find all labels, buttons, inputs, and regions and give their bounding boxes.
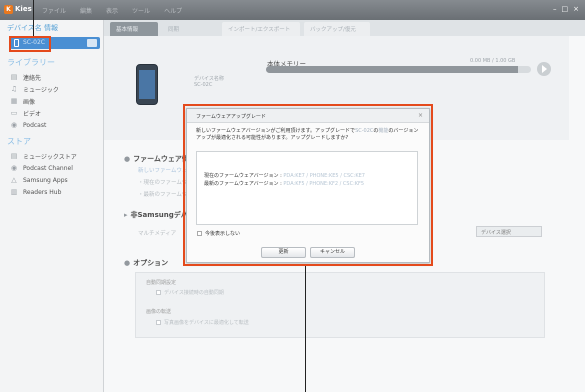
minimize-button[interactable]: – [553, 5, 557, 13]
music-icon: ♫ [10, 85, 18, 93]
tab-bar: 基本情報 同期 インポート/エクスポート バックアップ/復元 [104, 20, 585, 36]
sidebar-item-music[interactable]: ♫ ミュージック [10, 84, 59, 94]
sidebar-item-label: 連絡先 [23, 74, 42, 82]
app-name: Kies [15, 5, 32, 13]
readers-hub-icon: ▥ [10, 188, 18, 196]
maximize-button[interactable]: □ [562, 5, 569, 13]
video-icon: ▭ [10, 109, 18, 117]
menu-help[interactable]: ヘルプ [164, 6, 182, 15]
music-store-icon: ▤ [10, 152, 18, 160]
tab-basic-info[interactable]: 基本情報 [110, 22, 158, 36]
menu-view[interactable]: 表示 [106, 6, 118, 15]
menu-bar: ファイル 編集 表示 ツール ヘルプ [42, 6, 182, 15]
tab-import-export[interactable]: インポート/エクスポート [222, 22, 300, 36]
podcast-icon: ◉ [10, 121, 18, 129]
kies-window: K Kies ファイル 編集 表示 ツール ヘルプ – □ × デバイス名 情報… [0, 0, 585, 392]
dialog-highlight-box [183, 104, 433, 266]
sidebar-item-podcast[interactable]: ◉ Podcast [10, 120, 46, 130]
menu-edit[interactable]: 編集 [80, 6, 92, 15]
sidebar-item-label: ビデオ [23, 110, 42, 118]
sidebar-item-label: Samsung Apps [23, 176, 68, 184]
sidebar-item-samsung-apps[interactable]: △ Samsung Apps [10, 175, 68, 185]
podcast-channel-icon: ◉ [10, 164, 18, 172]
device-callout-line [33, 0, 34, 36]
sidebar-item-podcast-channel[interactable]: ◉ Podcast Channel [10, 163, 73, 173]
title-bar: K Kies ファイル 編集 表示 ツール ヘルプ – □ × [0, 0, 585, 20]
sidebar-item-label: Podcast [23, 121, 47, 129]
library-header: ライブラリー [7, 58, 55, 67]
sidebar-item-label: Podcast Channel [23, 164, 73, 172]
kies-logo-icon: K [4, 5, 13, 14]
contacts-icon: ▤ [10, 73, 18, 81]
menu-tools[interactable]: ツール [132, 6, 150, 15]
sidebar-item-photos[interactable]: ▦ 画像 [10, 96, 35, 106]
menu-file[interactable]: ファイル [42, 6, 66, 15]
sidebar-item-readers-hub[interactable]: ▥ Readers Hub [10, 187, 62, 197]
sidebar-item-video[interactable]: ▭ ビデオ [10, 108, 41, 118]
device-highlight-box [9, 36, 51, 52]
window-controls: – □ × [553, 5, 579, 13]
store-header: ストア [7, 137, 31, 146]
sidebar-item-label: ミュージックストア [23, 153, 77, 161]
dialog-callout-line [305, 266, 306, 392]
close-button[interactable]: × [573, 5, 579, 13]
sidebar-item-label: Readers Hub [23, 188, 62, 196]
sidebar-item-music-store[interactable]: ▤ ミュージックストア [10, 151, 77, 161]
sidebar-item-contacts[interactable]: ▤ 連絡先 [10, 72, 41, 82]
samsung-apps-icon: △ [11, 176, 17, 184]
sidebar-item-label: ミュージック [23, 86, 59, 94]
tab-backup-restore[interactable]: バックアップ/復元 [304, 22, 370, 36]
sidebar: デバイス名 情報 SC-02C ライブラリー ▤ 連絡先 ♫ ミュージック ▦ … [0, 20, 104, 392]
sidebar-item-label: 画像 [23, 98, 36, 106]
connection-icon [87, 39, 97, 47]
tab-sync[interactable]: 同期 [162, 22, 218, 36]
photo-icon: ▦ [10, 97, 18, 105]
